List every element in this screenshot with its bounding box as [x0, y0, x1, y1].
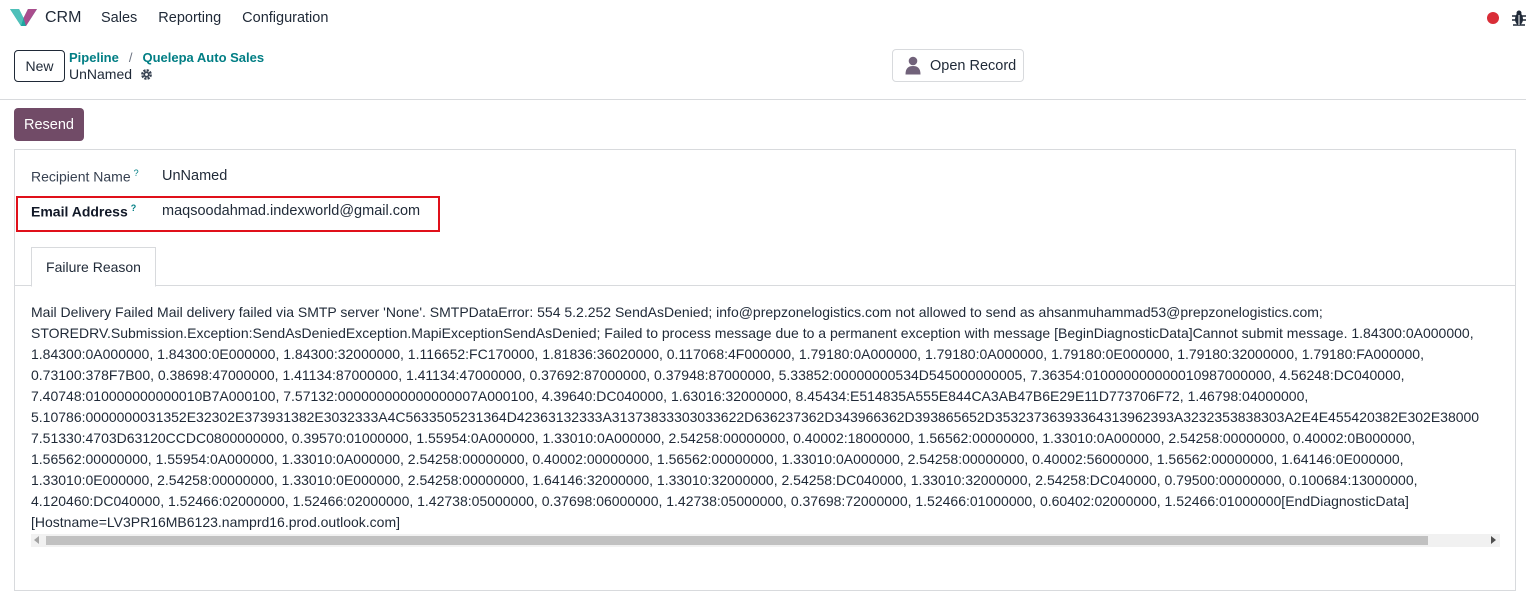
- bug-icon[interactable]: [1511, 9, 1526, 27]
- open-record-label: Open Record: [930, 57, 1017, 74]
- menu-configuration[interactable]: Configuration: [242, 10, 328, 26]
- resend-button[interactable]: Resend: [14, 108, 84, 141]
- failure-reason-line: 1.84300:0A000000, 1.84300:0E000000, 1.84…: [31, 346, 1424, 362]
- failure-reason-line: Mail Delivery Failed Mail delivery faile…: [31, 304, 1323, 320]
- failure-reason-line: 1.56562:00000000, 1.55954:0A000000, 1.33…: [31, 451, 1404, 467]
- record-name-row: UnNamed: [69, 66, 153, 82]
- failure-reason-text: Mail Delivery Failed Mail delivery faile…: [31, 302, 1500, 534]
- tab-failure-reason[interactable]: Failure Reason: [31, 247, 156, 287]
- scrollbar-thumb[interactable]: [46, 536, 1428, 545]
- recipient-name-label: Recipient Name?: [31, 168, 139, 185]
- recipient-name-value: UnNamed: [162, 168, 228, 184]
- crm-app-icon[interactable]: [10, 9, 37, 26]
- main-menu: Sales Reporting Configuration: [101, 10, 349, 26]
- horizontal-scrollbar[interactable]: [31, 534, 1500, 547]
- failure-reason-line: [Hostname=LV3PR16MB6123.namprd16.prod.ou…: [31, 514, 401, 530]
- new-button[interactable]: New: [14, 50, 65, 82]
- recipient-help-icon[interactable]: ?: [134, 168, 139, 178]
- status-dot-icon[interactable]: [1487, 12, 1499, 24]
- scroll-right-arrow-icon[interactable]: [1491, 536, 1496, 544]
- failure-reason-line: STOREDRV.Submission.Exception:SendAsDeni…: [31, 325, 1474, 341]
- record-name: UnNamed: [69, 66, 133, 82]
- failure-reason-line: 4.120460:DC040000, 1.52466:02000000, 1.5…: [31, 493, 1409, 509]
- app-name[interactable]: CRM: [45, 9, 81, 27]
- control-panel: New Pipeline / Quelepa Auto Sales UnName…: [0, 36, 1526, 100]
- user-icon: [905, 56, 921, 75]
- notebook-tabs: Failure Reason: [14, 247, 1516, 287]
- open-record-button[interactable]: Open Record: [892, 49, 1024, 82]
- failure-reason-line: 1.33010:0E000000, 2.54258:00000000, 1.33…: [31, 472, 1418, 488]
- menu-sales[interactable]: Sales: [101, 10, 137, 26]
- menu-reporting[interactable]: Reporting: [158, 10, 221, 26]
- scroll-left-arrow-icon[interactable]: [34, 536, 39, 544]
- breadcrumb-pipeline[interactable]: Pipeline: [69, 50, 119, 65]
- top-navbar: CRM Sales Reporting Configuration: [0, 0, 1526, 36]
- breadcrumb: Pipeline / Quelepa Auto Sales: [69, 50, 264, 65]
- email-highlight-box: [16, 196, 440, 232]
- breadcrumb-quelepa-auto-sales[interactable]: Quelepa Auto Sales: [142, 50, 264, 65]
- failure-reason-line: 7.51330:4703D63120CCDC0800000000, 0.3957…: [31, 430, 1416, 446]
- failure-reason-line: 0.73100:378F7B00, 0.38698:47000000, 1.41…: [31, 367, 1405, 383]
- breadcrumb-separator: /: [128, 50, 133, 65]
- failure-reason-line: 7.40748:010000000000010B7A000100, 7.5713…: [31, 388, 1309, 404]
- failure-reason-line: 5.10786:0000000031352E32302E373931382E30…: [31, 409, 1480, 425]
- gear-icon[interactable]: [140, 68, 153, 81]
